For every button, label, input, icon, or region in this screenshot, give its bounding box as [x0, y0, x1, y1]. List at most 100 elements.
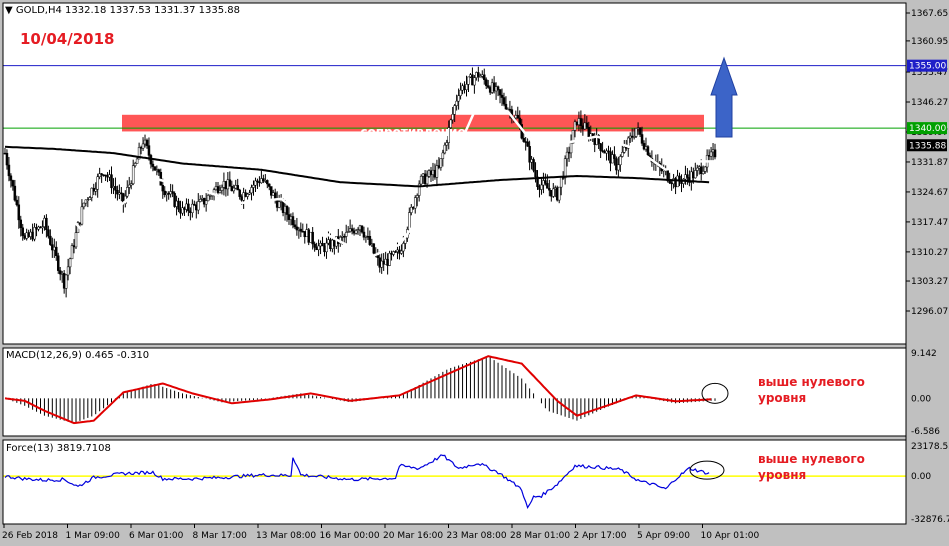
candle-body [423, 173, 427, 185]
candle-body [534, 170, 537, 178]
candle-body [185, 203, 188, 210]
candle-body [33, 227, 36, 240]
candle-body [88, 197, 92, 201]
candle-body [262, 178, 265, 182]
candle-body [603, 151, 606, 154]
candle-body [3, 152, 7, 155]
candle-body [60, 273, 64, 275]
time-tick-label: 8 Mar 17:00 [193, 531, 248, 541]
candle-body [625, 146, 628, 149]
candle-body [281, 201, 285, 213]
level-lower-price-box: 1340.00 [909, 124, 946, 134]
candle-body [187, 203, 190, 212]
candle-body [451, 114, 454, 121]
candle-body [301, 231, 305, 233]
candle-body [323, 245, 326, 253]
candle-body [475, 72, 478, 78]
candle-body [62, 273, 66, 289]
candle-body [386, 258, 389, 266]
candle-body [256, 180, 259, 183]
candle-body [161, 185, 165, 192]
candle-body [599, 143, 602, 151]
candle-body [47, 229, 50, 237]
candle-body [7, 164, 11, 177]
candle-body [96, 176, 99, 190]
candle-body [644, 146, 648, 150]
candle-body [445, 142, 449, 146]
symbol-label: GOLD,H4 [15, 5, 62, 16]
candle-body [295, 226, 299, 231]
candle-body [131, 165, 135, 184]
candle-body [216, 186, 220, 193]
candle-body [51, 244, 54, 251]
candle-body [114, 186, 117, 191]
candle-body [408, 212, 411, 230]
candle-body [151, 163, 155, 167]
candle-body [244, 192, 247, 197]
candle-body [484, 79, 488, 86]
candle-body [13, 185, 17, 201]
candle-body [340, 236, 344, 238]
candle-body [58, 270, 62, 275]
candle-body [98, 173, 101, 178]
candle-body [268, 183, 271, 187]
candle-body [100, 173, 103, 176]
candle-body [542, 180, 545, 186]
candle-body [488, 87, 492, 93]
candle-body [232, 187, 236, 192]
candle [646, 145, 650, 157]
level-upper-price-box: 1355.00 [909, 62, 946, 72]
time-tick-label: 26 Feb 2018 [2, 531, 58, 541]
candle-body [240, 196, 243, 201]
candle-body [550, 189, 553, 197]
candle-body [120, 192, 123, 195]
candle-body [684, 174, 687, 180]
candle-body [116, 189, 119, 195]
candle-body [70, 245, 74, 260]
candle-body [84, 199, 88, 204]
candle-body [467, 76, 470, 85]
candle-body [642, 143, 646, 150]
time-tick-label: 2 Apr 17:00 [574, 531, 627, 541]
candle-body [518, 117, 522, 125]
candle-body [508, 108, 512, 111]
candle-body [435, 165, 439, 178]
candle-body [378, 257, 381, 268]
candle-body [143, 139, 147, 145]
candle-body [431, 169, 435, 175]
macd-annotation-line2: уровня [758, 391, 807, 405]
candle-body [126, 187, 129, 197]
candle-body [317, 245, 320, 251]
candle-body [455, 100, 458, 106]
time-tick-label: 20 Mar 16:00 [383, 531, 443, 541]
candle-body [200, 197, 204, 200]
candle-body [222, 181, 226, 188]
candle-body [354, 230, 358, 234]
candle-body [72, 245, 76, 248]
candle-body [155, 169, 159, 171]
force-annotation-line2: уровня [758, 468, 807, 482]
candle-body [400, 250, 403, 254]
candle-body [496, 86, 500, 90]
candle-body [145, 139, 149, 146]
time-tick-label: 16 Mar 00:00 [320, 531, 380, 541]
candle-body [204, 200, 208, 205]
candle-body [189, 210, 192, 213]
candle-body [412, 207, 415, 209]
candle-body [197, 201, 200, 211]
candle-body [118, 192, 121, 195]
candle-body [463, 85, 466, 90]
candle-body [617, 164, 620, 171]
candle-body [242, 192, 245, 201]
force-tick-label: 0.00 [911, 472, 931, 482]
candle-body [181, 207, 184, 214]
candle-body [321, 242, 324, 247]
candle-body [670, 182, 673, 185]
candle-body [410, 207, 413, 213]
candle-body [394, 251, 397, 253]
candle-body [368, 236, 372, 245]
price-tick-label: 1317.47 [911, 218, 948, 228]
candle-body [248, 192, 251, 195]
candle-body [427, 170, 431, 177]
candle-body [17, 204, 21, 221]
